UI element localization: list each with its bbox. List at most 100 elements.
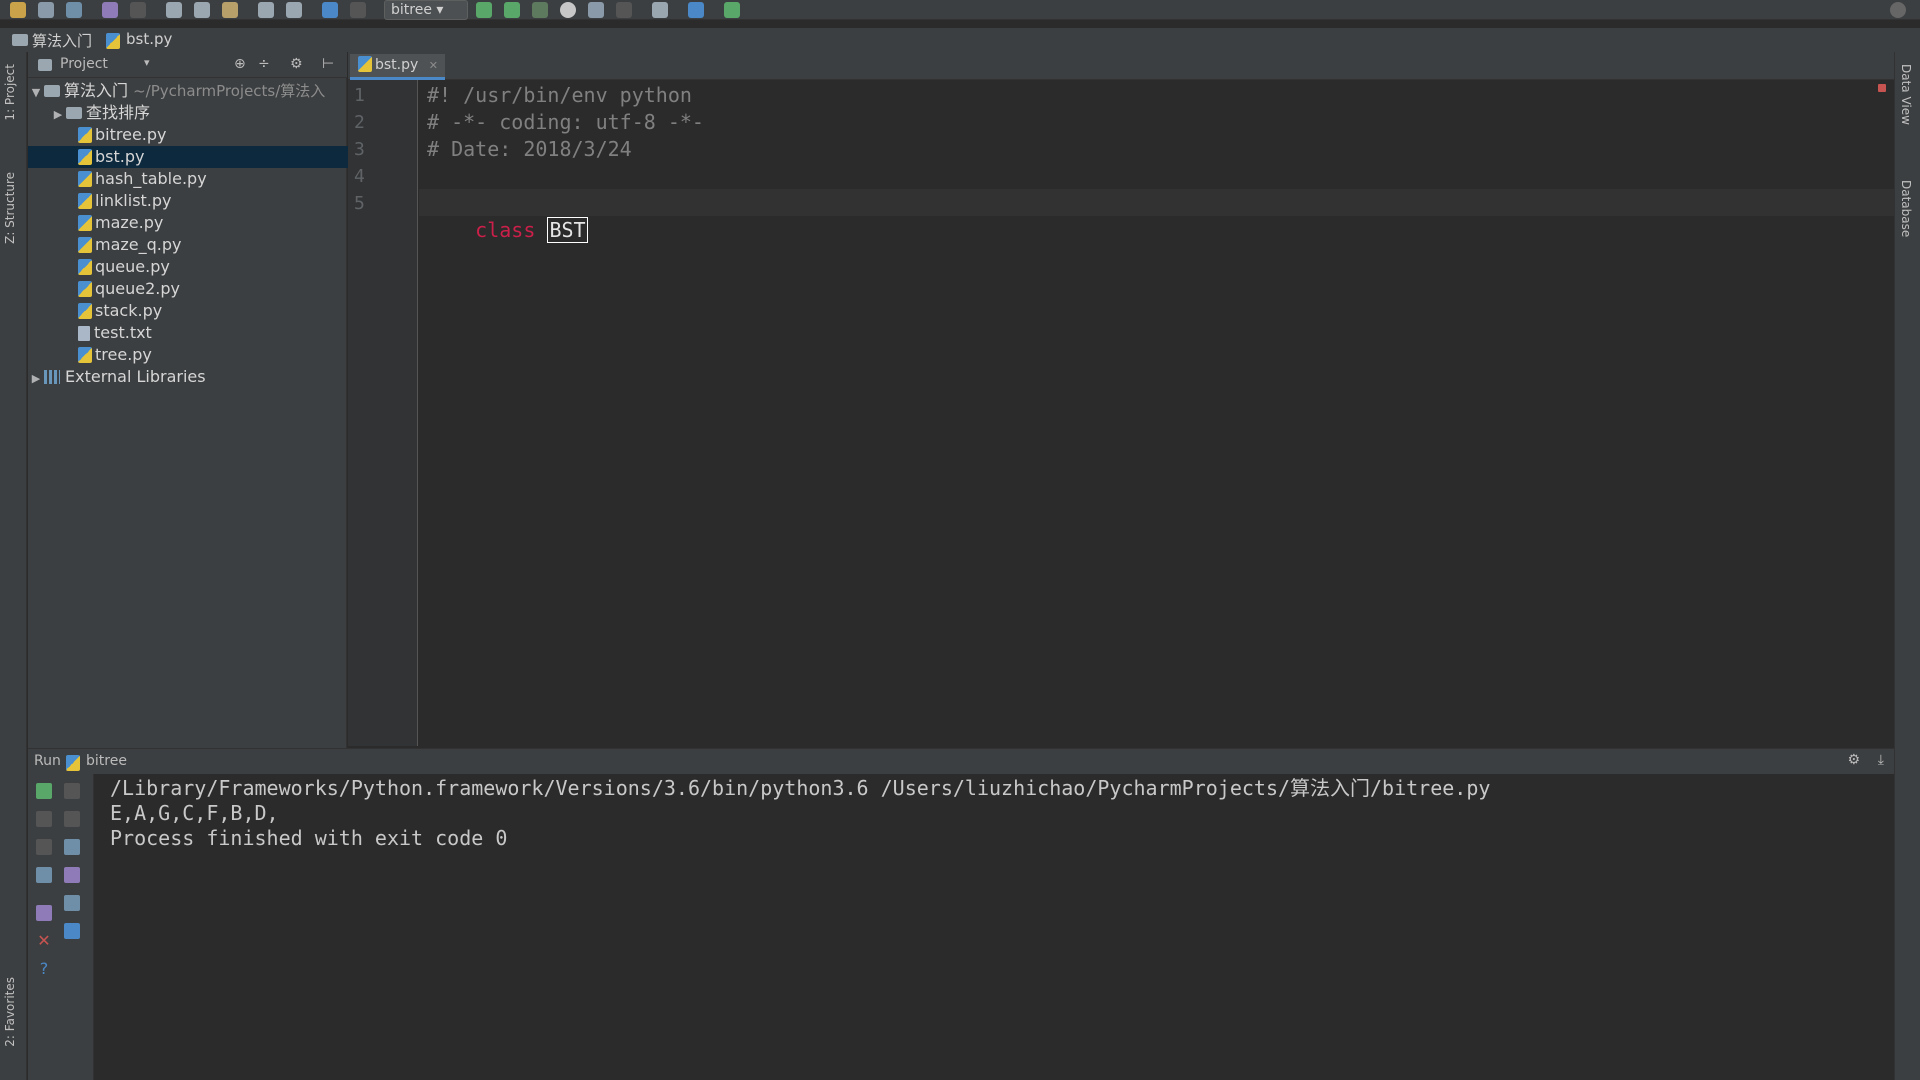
text-file-icon — [78, 326, 90, 341]
tree-item-label: bst.py — [95, 147, 145, 166]
tab-bst-py[interactable]: bst.py ✕ — [350, 54, 445, 80]
python-file-icon — [78, 281, 92, 297]
hide-panel-icon[interactable]: ⤓ — [1878, 752, 1884, 768]
down-icon[interactable] — [64, 811, 80, 827]
collapse-all-icon[interactable]: ÷ — [258, 56, 270, 72]
gear-icon[interactable]: ⚙ — [1847, 752, 1860, 768]
replace-icon[interactable] — [286, 2, 302, 18]
tree-item-file[interactable]: maze.py — [28, 212, 397, 234]
scroll-from-source-icon[interactable]: ⊕ — [234, 56, 246, 72]
tab-structure[interactable]: Z: Structure — [3, 172, 17, 244]
soft-wrap-icon[interactable] — [64, 839, 80, 855]
stop-icon[interactable] — [616, 2, 632, 18]
line-number: 2 — [354, 112, 365, 133]
folder-icon — [12, 34, 28, 46]
main-toolbar: bitree ▾ — [0, 0, 1920, 20]
class-name-BST: BST — [547, 217, 588, 243]
breadcrumb-file[interactable]: bst.py — [126, 30, 172, 48]
close-icon[interactable]: ✕ — [429, 59, 438, 72]
console-line: E,A,G,C,F,B,D, — [110, 801, 279, 825]
project-view-selector[interactable]: Project — [60, 56, 108, 72]
python-file-icon — [358, 56, 372, 72]
close-icon[interactable]: ✕ — [36, 933, 52, 949]
debug-icon[interactable] — [504, 2, 520, 18]
forward-icon[interactable] — [350, 2, 366, 18]
vcs-icon[interactable] — [724, 2, 740, 18]
breadcrumb: 算法入门 bst.py — [0, 28, 1920, 52]
right-tool-strip: Data View Database — [1894, 52, 1920, 1080]
tree-item-external-libraries[interactable]: ▶ External Libraries — [28, 366, 347, 388]
save-icon[interactable] — [38, 2, 54, 18]
rerun-icon[interactable] — [36, 783, 52, 799]
print-icon[interactable] — [64, 895, 80, 911]
undo-icon[interactable] — [102, 2, 118, 18]
layout-icon[interactable] — [36, 867, 52, 883]
concurrency-icon[interactable] — [588, 2, 604, 18]
run-icon[interactable] — [476, 2, 492, 18]
tree-item-file[interactable]: bitree.py — [28, 124, 397, 146]
pause-icon[interactable] — [36, 839, 52, 855]
tree-item-file[interactable]: maze_q.py — [28, 234, 397, 256]
tree-item-label: hash_table.py — [95, 169, 207, 188]
tree-item-label: maze_q.py — [95, 235, 182, 254]
trash-icon[interactable] — [64, 923, 80, 939]
profile-icon[interactable] — [560, 2, 576, 18]
tree-item-file[interactable]: tree.py — [28, 344, 397, 366]
line-number: 3 — [354, 139, 365, 160]
tab-label: bst.py — [375, 57, 419, 73]
tree-item-label: linklist.py — [95, 191, 172, 210]
code-line-1: #! /usr/bin/env python — [427, 83, 692, 107]
cut-icon[interactable] — [166, 2, 182, 18]
tree-item-file[interactable]: queue2.py — [28, 278, 397, 300]
tab-data-view[interactable]: Data View — [1899, 64, 1913, 125]
run-coverage-icon[interactable] — [532, 2, 548, 18]
tree-item-file[interactable]: queue.py — [28, 256, 397, 278]
run-config-name[interactable]: bitree — [86, 753, 127, 769]
help-icon[interactable] — [688, 2, 704, 18]
hide-panel-icon[interactable]: ⊢ — [322, 56, 334, 72]
copy-icon[interactable] — [194, 2, 210, 18]
python-file-icon — [78, 127, 92, 143]
sync-icon[interactable] — [66, 2, 82, 18]
run-config-dropdown[interactable]: bitree ▾ — [384, 0, 468, 20]
open-folder-icon[interactable] — [10, 2, 26, 18]
project-icon — [38, 59, 52, 71]
collapsed-arrow-icon[interactable]: ▶ — [28, 368, 44, 390]
code-editor[interactable]: #! /usr/bin/env python # -*- coding: utf… — [419, 80, 1894, 746]
paste-icon[interactable] — [222, 2, 238, 18]
tree-item-folder[interactable]: ▶ 查找排序 — [28, 102, 369, 124]
tree-item-file[interactable]: linklist.py — [28, 190, 397, 212]
settings-wrench-icon[interactable] — [652, 2, 668, 18]
tab-project[interactable]: 1: Project — [3, 64, 17, 121]
tab-database[interactable]: Database — [1899, 180, 1913, 237]
run-toolbar: ✕ ? — [28, 774, 94, 1080]
caret-line-highlight — [419, 189, 1894, 216]
project-tree: ▼ 算法入门 ~/PycharmProjects/算法入 ▶ 查找排序 bitree… — [28, 78, 397, 748]
tree-item-file-selected[interactable]: bst.py — [28, 146, 397, 168]
breadcrumb-project[interactable]: 算法入门 — [32, 30, 92, 51]
search-everywhere-icon[interactable] — [1890, 2, 1906, 18]
back-icon[interactable] — [322, 2, 338, 18]
run-console[interactable]: /Library/Frameworks/Python.framework/Ver… — [95, 774, 1894, 1080]
collapsed-arrow-icon[interactable]: ▶ — [50, 104, 66, 126]
error-marker-icon[interactable] — [1878, 84, 1886, 92]
line-number-gutter: 1 2 3 4 5 — [348, 80, 418, 746]
gear-icon[interactable]: ⚙ — [290, 56, 303, 72]
up-icon[interactable] — [64, 783, 80, 799]
expanded-arrow-icon[interactable]: ▼ — [28, 82, 44, 104]
tree-root[interactable]: ▼ 算法入门 ~/PycharmProjects/算法入 — [28, 80, 347, 102]
tree-item-file[interactable]: hash_table.py — [28, 168, 397, 190]
pin-icon[interactable] — [36, 905, 52, 921]
stop-icon[interactable] — [36, 811, 52, 827]
chevron-down-icon[interactable]: ▾ — [144, 56, 150, 69]
tree-item-file[interactable]: test.txt — [28, 322, 397, 344]
left-tool-strip: 1: Project Z: Structure 2: Favorites — [0, 52, 27, 1080]
help-icon[interactable]: ? — [36, 961, 52, 977]
python-file-icon — [78, 171, 92, 187]
scroll-to-end-icon[interactable] — [64, 867, 80, 883]
tab-favorites[interactable]: 2: Favorites — [3, 977, 17, 1047]
tree-item-file[interactable]: stack.py — [28, 300, 397, 322]
find-icon[interactable] — [258, 2, 274, 18]
console-line: Process finished with exit code 0 — [110, 826, 508, 850]
redo-icon[interactable] — [130, 2, 146, 18]
